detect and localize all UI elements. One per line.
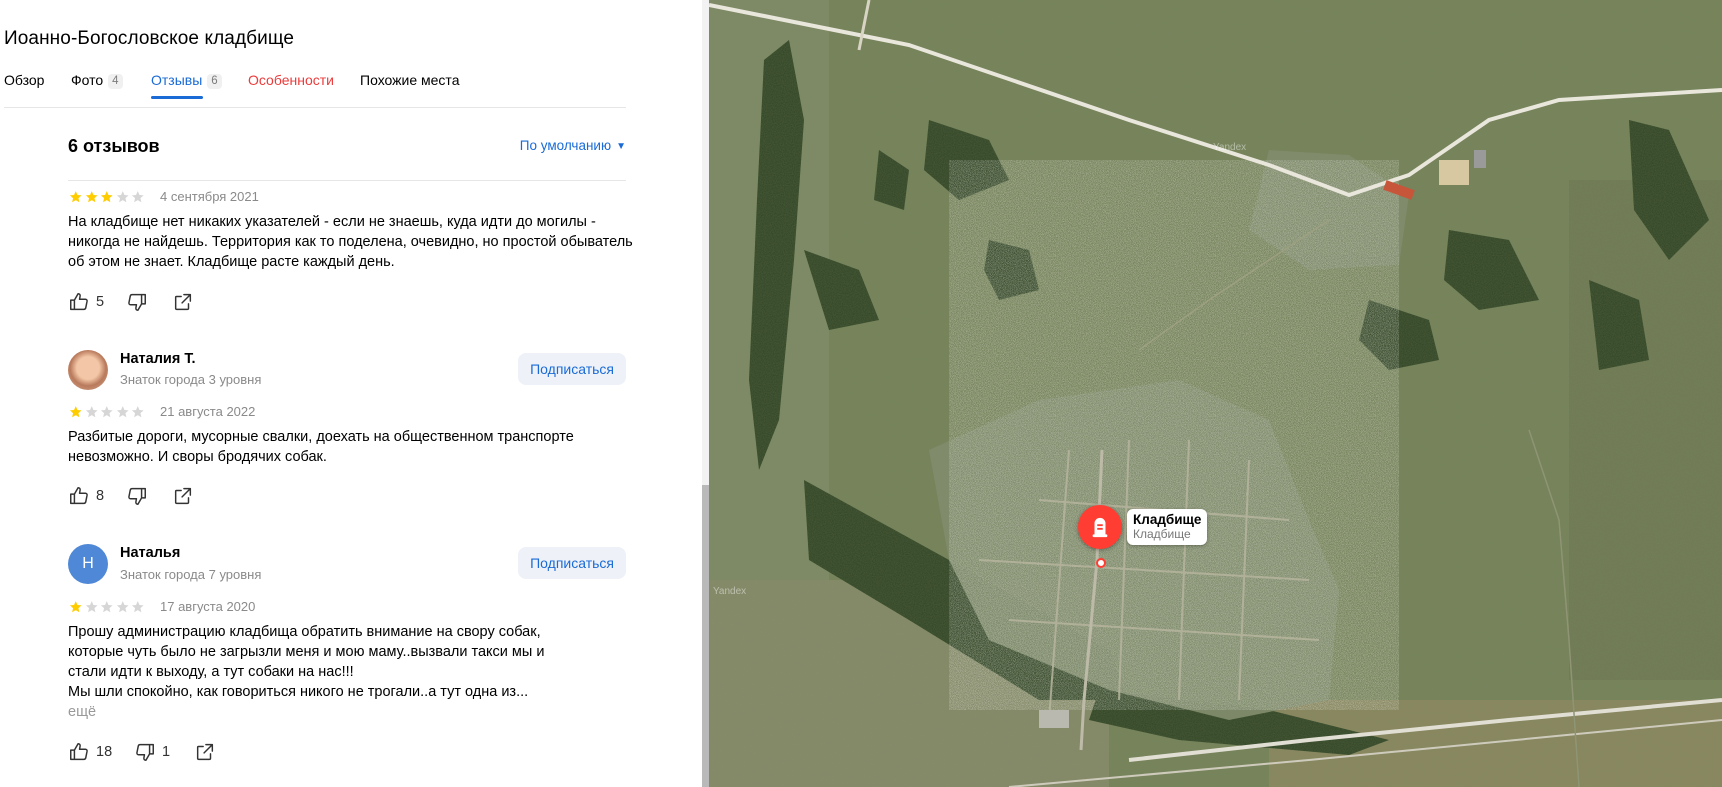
star-empty-icon bbox=[131, 601, 144, 613]
caret-down-icon: ▼ bbox=[616, 141, 626, 152]
tab-count: 6 bbox=[207, 74, 222, 89]
star-filled-icon bbox=[69, 191, 82, 203]
rating-stars bbox=[68, 600, 146, 614]
like-count: 8 bbox=[96, 488, 105, 504]
tab-photos[interactable]: Фото 4 bbox=[71, 72, 123, 89]
tab-label: Фото bbox=[71, 72, 104, 88]
tab-label: Обзор bbox=[4, 72, 45, 88]
star-empty-icon bbox=[131, 191, 144, 203]
review-text: Разбитые дороги, мусорные свалки, доехат… bbox=[68, 429, 574, 465]
tab-reviews[interactable]: Отзывы 6 bbox=[151, 72, 222, 89]
author-level: Знаток города 7 уровня bbox=[120, 567, 262, 582]
dislike-button[interactable] bbox=[126, 484, 148, 508]
dislike-button[interactable]: 1 bbox=[134, 740, 170, 764]
like-count: 5 bbox=[96, 294, 105, 310]
tab-overview[interactable]: Обзор bbox=[4, 72, 44, 88]
tombstone-icon bbox=[1092, 517, 1108, 538]
thumbs-down-icon bbox=[128, 293, 146, 311]
marker-label[interactable]: Кладбище Кладбище bbox=[1127, 509, 1208, 545]
review-author[interactable]: Наталья bbox=[120, 545, 180, 561]
thumbs-up-icon bbox=[70, 293, 88, 311]
dislike-count: 1 bbox=[162, 744, 171, 760]
share-icon bbox=[196, 743, 214, 761]
map-view[interactable]: Yandex Yandex Кладбище Кладбище bbox=[709, 0, 1722, 787]
avatar[interactable]: Н bbox=[68, 544, 108, 584]
share-icon bbox=[174, 487, 192, 505]
star-filled-icon bbox=[100, 191, 113, 203]
thumbs-down-icon bbox=[136, 743, 154, 761]
review-text-line: Мы шли спокойно, как говориться никого н… bbox=[68, 684, 529, 700]
review-date: 17 августа 2020 bbox=[160, 599, 256, 614]
tab-count: 4 bbox=[108, 74, 123, 89]
share-icon bbox=[174, 293, 192, 311]
avatar-letter: Н bbox=[82, 555, 94, 572]
star-filled-icon bbox=[85, 191, 98, 203]
tab-features[interactable]: Особенности bbox=[248, 72, 334, 88]
star-empty-icon bbox=[85, 406, 98, 418]
like-button[interactable]: 5 bbox=[68, 290, 104, 314]
subscribe-button[interactable]: Подписаться bbox=[518, 353, 626, 385]
dislike-button[interactable] bbox=[126, 290, 148, 314]
thumbs-down-icon bbox=[128, 487, 146, 505]
like-count: 18 bbox=[96, 744, 113, 760]
rating-stars bbox=[68, 405, 146, 419]
divider bbox=[4, 107, 626, 108]
review-date: 21 августа 2022 bbox=[160, 404, 256, 419]
star-empty-icon bbox=[85, 601, 98, 613]
marker-title: Кладбище bbox=[1133, 512, 1202, 527]
review-text-line: которые чуть было не загрызли меня и мою… bbox=[68, 644, 545, 660]
scrollbar-thumb[interactable] bbox=[702, 485, 709, 787]
map-watermark: Yandex bbox=[1213, 142, 1247, 153]
marker-subtitle: Кладбище bbox=[1133, 527, 1191, 541]
share-button[interactable] bbox=[172, 484, 194, 508]
star-empty-icon bbox=[116, 191, 129, 203]
read-more-link[interactable]: ещё bbox=[68, 702, 638, 722]
thumbs-up-icon bbox=[70, 743, 88, 761]
page-title: Иоанно-Богословское кладбище bbox=[4, 28, 295, 49]
share-button[interactable] bbox=[194, 740, 216, 764]
map-watermark: Yandex bbox=[713, 586, 747, 597]
place-card-panel: Иоанно-Богословское кладбище Обзор Фото 4… bbox=[0, 0, 702, 787]
star-empty-icon bbox=[116, 406, 129, 418]
tab-label: Похожие места bbox=[360, 72, 460, 88]
star-filled-icon bbox=[69, 406, 82, 418]
review-text-line: стали идти к выходу, а тут собаки на нас… bbox=[68, 664, 354, 680]
author-level: Знаток города 3 уровня bbox=[120, 372, 262, 387]
review-text-line: Прошу администрацию кладбища обратить вн… bbox=[68, 624, 541, 640]
review-date: 4 сентября 2021 bbox=[160, 189, 259, 204]
tab-similar-places[interactable]: Похожие места bbox=[360, 72, 459, 88]
like-button[interactable]: 18 bbox=[68, 740, 112, 764]
like-button[interactable]: 8 bbox=[68, 484, 104, 508]
star-empty-icon bbox=[100, 406, 113, 418]
satellite-imagery bbox=[709, 0, 1722, 787]
subscribe-button[interactable]: Подписаться bbox=[518, 547, 626, 579]
review-text: Прошу администрацию кладбища обратить вн… bbox=[68, 622, 638, 722]
star-empty-icon bbox=[131, 406, 144, 418]
thumbs-up-icon bbox=[70, 487, 88, 505]
reviews-count-title: 6 отзывов bbox=[68, 136, 160, 156]
divider bbox=[68, 180, 626, 181]
active-tab-indicator bbox=[151, 96, 203, 99]
star-empty-icon bbox=[100, 601, 113, 613]
rating-stars bbox=[68, 190, 146, 204]
star-empty-icon bbox=[116, 601, 129, 613]
sort-dropdown[interactable]: По умолчанию ▼ bbox=[520, 138, 626, 153]
share-button[interactable] bbox=[172, 290, 194, 314]
review-text: На кладбище нет никаких указателей - есл… bbox=[68, 214, 633, 270]
sort-label: По умолчанию bbox=[519, 138, 612, 153]
tab-label: Особенности bbox=[248, 72, 334, 88]
place-marker[interactable] bbox=[1078, 505, 1122, 549]
avatar[interactable] bbox=[68, 350, 108, 390]
tab-label: Отзывы bbox=[151, 72, 203, 88]
marker-point bbox=[1096, 558, 1106, 568]
review-author[interactable]: Наталия Т. bbox=[120, 351, 196, 367]
star-filled-icon bbox=[69, 601, 82, 613]
